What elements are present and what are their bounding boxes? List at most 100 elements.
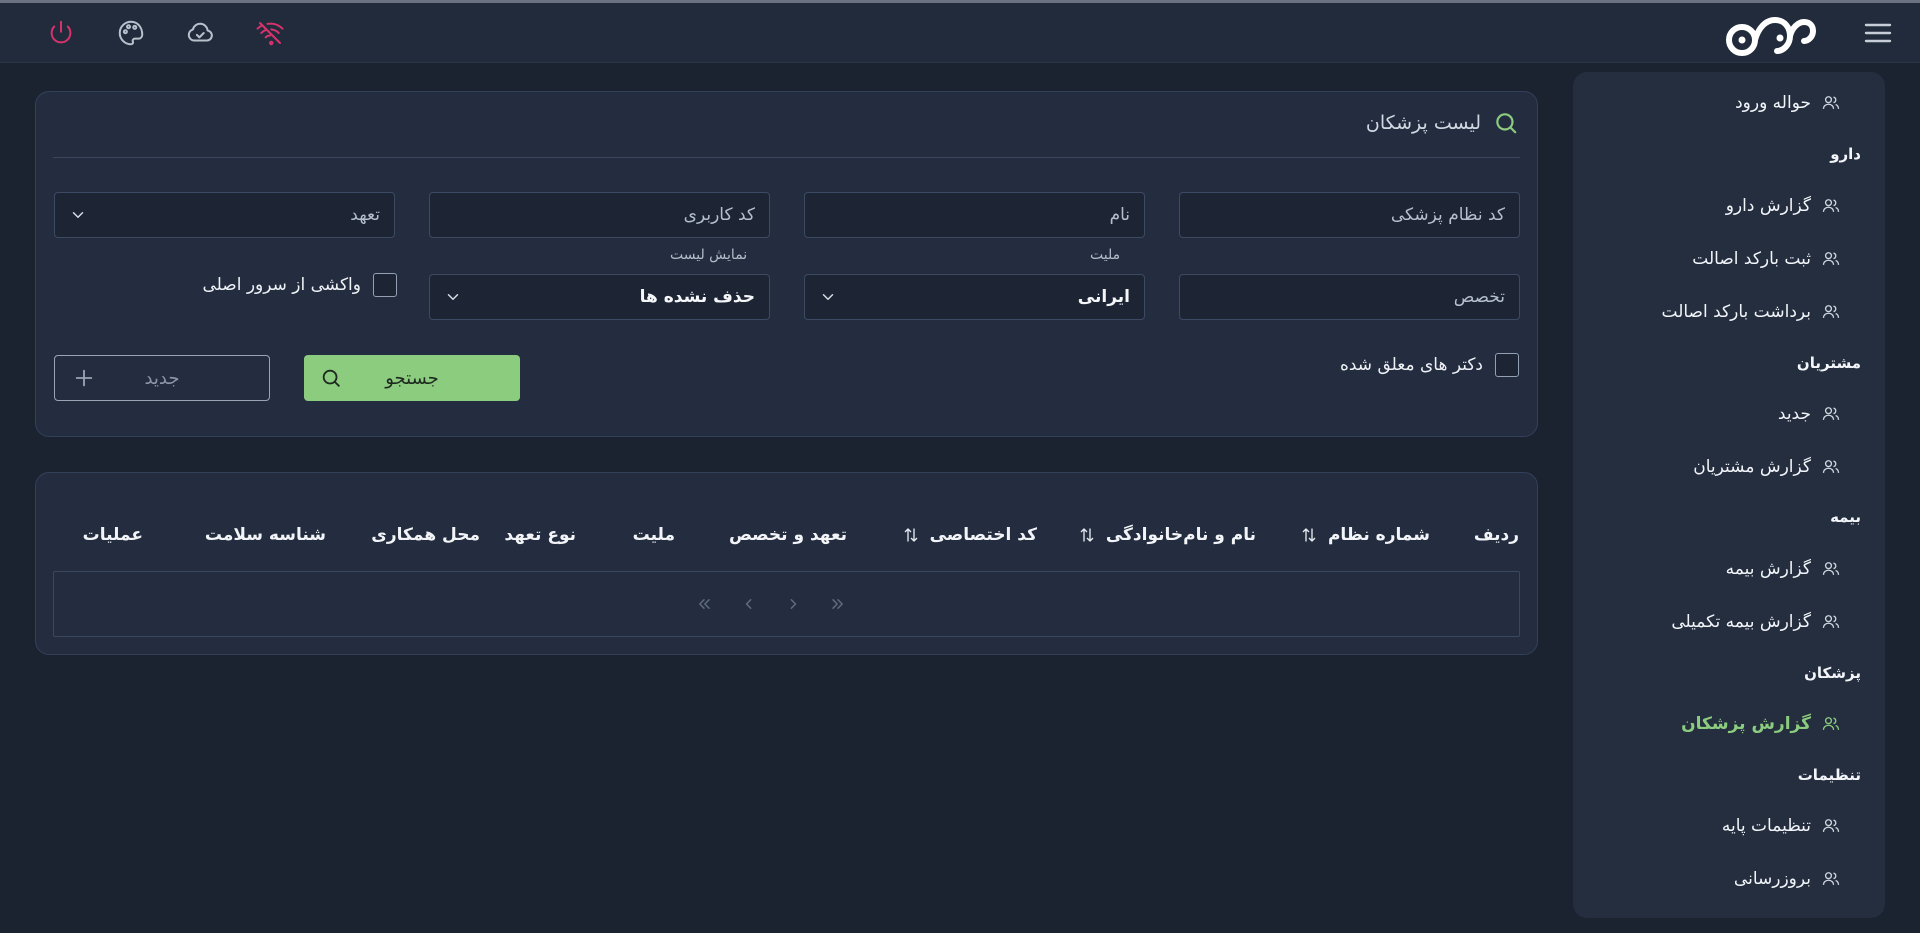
search-button-label: جستجو [385,367,439,389]
sidebar-item-customers-report[interactable]: گزارش مشتریان [1693,450,1841,484]
plus-icon [73,367,95,389]
users-icon [1821,249,1841,269]
sidebar-item-label: گزارش مشتریان [1693,457,1811,477]
sidebar-section-insurance: بیمه [1830,508,1861,526]
sidebar-item-label: گزارش بیمه تکمیلی [1671,612,1811,632]
column-header-health-id: شناسه سلامت [205,525,326,545]
search-button[interactable]: جستجو [304,355,520,401]
column-header-label: ردیف [1473,525,1519,545]
user-code-placeholder: کد کاربری [683,205,755,225]
specialty-input[interactable]: تخصص [1179,274,1520,320]
medical-code-placeholder: کد نظام پزشکی [1390,205,1505,225]
sidebar-section-customers: مشتریان [1796,354,1861,372]
user-code-input[interactable]: کد کاربری [429,192,770,238]
users-icon [1821,196,1841,216]
sidebar-item-doctors-report[interactable]: گزارش پزشکان [1681,707,1841,741]
column-header-label: نوع تعهد [504,525,576,545]
column-header-medical-number[interactable]: شماره نظام [1300,525,1430,545]
users-icon [1821,612,1841,632]
suspended-doctors-option[interactable]: دکتر های معلق شده [1340,353,1519,377]
cloud-check-icon[interactable] [183,16,217,50]
hamburger-menu-icon[interactable] [1862,19,1894,47]
column-header-commitment-specialty: تعهد و تخصص [729,525,847,545]
new-button-label: جدید [144,367,180,389]
sidebar-item-base-settings[interactable]: تنظیمات پایه [1722,809,1841,843]
column-header-exclusive-code[interactable]: کد اختصاصی [902,525,1037,545]
sidebar-item-register-barcode[interactable]: ثبت بارکد اصالت [1692,242,1841,276]
fetch-main-server-option[interactable]: واکشی از سرور اصلی [202,273,397,297]
commitment-select[interactable]: تعهد [54,192,395,238]
search-icon [1493,110,1519,136]
users-icon [1821,457,1841,477]
sidebar-item-label: حواله ورود [1735,93,1811,113]
table-body [53,571,1520,637]
nationality-select[interactable]: ایرانی [804,274,1145,320]
sidebar-item-label: گزارش پزشکان [1681,714,1811,734]
prev-page-icon[interactable] [739,594,759,614]
users-icon [1821,816,1841,836]
sidebar-item-label: ثبت بارکد اصالت [1692,249,1811,269]
suspended-doctors-checkbox[interactable] [1495,353,1519,377]
chevron-down-icon [819,288,837,306]
sidebar-item-label: بروزرسانی [1733,869,1811,889]
nationality-label: ملیت [1090,247,1121,263]
column-header-label: شماره نظام [1327,525,1430,545]
list-display-select[interactable]: حذف نشده ها [429,274,770,320]
users-icon [1821,93,1841,113]
new-doctor-button[interactable]: جدید [54,355,270,401]
specialty-placeholder: تخصص [1453,287,1505,307]
column-header-label: کد اختصاصی [929,525,1037,545]
column-header-label: نام و نام‌خانوادگی [1105,525,1256,545]
palette-icon[interactable] [114,16,148,50]
filter-panel: لیست پزشکان کد نظام پزشکی نام کد کاربری … [35,91,1538,437]
column-header-label: شناسه سلامت [204,525,326,545]
sidebar-item-drug-report[interactable]: گزارش دارو [1726,189,1841,223]
column-header-operations: عملیات [83,525,143,545]
list-display-value: حذف نشده ها [639,287,755,307]
sidebar-item-insurance-report[interactable]: گزارش بیمه [1726,552,1841,586]
sidebar-item-withdraw-barcode[interactable]: برداشت بارکد اصالت [1662,295,1842,329]
signal-off-icon[interactable] [253,16,287,50]
sidebar-item-label: گزارش دارو [1725,196,1811,216]
top-bar [0,3,1920,63]
sidebar-section-drug: دارو [1830,145,1861,163]
name-placeholder: نام [1109,205,1130,225]
suspended-doctors-label: دکتر های معلق شده [1339,355,1483,375]
fetch-main-server-checkbox[interactable] [373,273,397,297]
sidebar-section-doctors: پزشکان [1804,664,1861,682]
first-page-icon[interactable] [694,594,714,614]
medical-code-input[interactable]: کد نظام پزشکی [1179,192,1520,238]
sort-icon[interactable] [902,526,920,544]
sidebar-item-label: جدید [1777,404,1811,424]
logo [1722,12,1818,58]
sidebar: حواله ورود دارو گزارش دارو ثبت بارکد اصا… [1573,72,1885,918]
sidebar-item-update[interactable]: بروزرسانی [1734,862,1841,896]
sidebar-item-supplementary-insurance-report[interactable]: گزارش بیمه تکمیلی [1671,605,1841,639]
sidebar-item-warehouse-receipt[interactable]: حواله ورود [1735,86,1841,120]
power-icon[interactable] [44,16,78,50]
sidebar-section-settings: تنظیمات [1797,766,1861,784]
column-header-commitment-type: نوع تعهد [504,525,576,545]
sidebar-item-label: تنظیمات پایه [1721,816,1811,836]
users-icon [1821,869,1841,889]
sort-icon[interactable] [1078,526,1096,544]
nationality-value: ایرانی [1077,287,1130,307]
users-icon [1821,559,1841,579]
next-page-icon[interactable] [783,594,803,614]
panel-title-text: لیست پزشکان [1365,112,1481,134]
column-header-nationality: ملیت [633,525,675,545]
last-page-icon[interactable] [828,594,848,614]
users-icon [1821,404,1841,424]
search-icon [320,367,342,389]
chevron-down-icon [444,288,462,306]
sidebar-item-new-customer[interactable]: جدید [1778,397,1841,431]
panel-title: لیست پزشکان [1366,110,1519,136]
users-icon [1821,302,1841,322]
sort-icon[interactable] [1300,526,1318,544]
sidebar-item-label: گزارش بیمه [1725,559,1811,579]
name-input[interactable]: نام [804,192,1145,238]
fetch-main-server-label: واکشی از سرور اصلی [202,275,361,295]
users-icon [1821,714,1841,734]
divider [53,157,1520,158]
column-header-full-name[interactable]: نام و نام‌خانوادگی [1078,525,1256,545]
